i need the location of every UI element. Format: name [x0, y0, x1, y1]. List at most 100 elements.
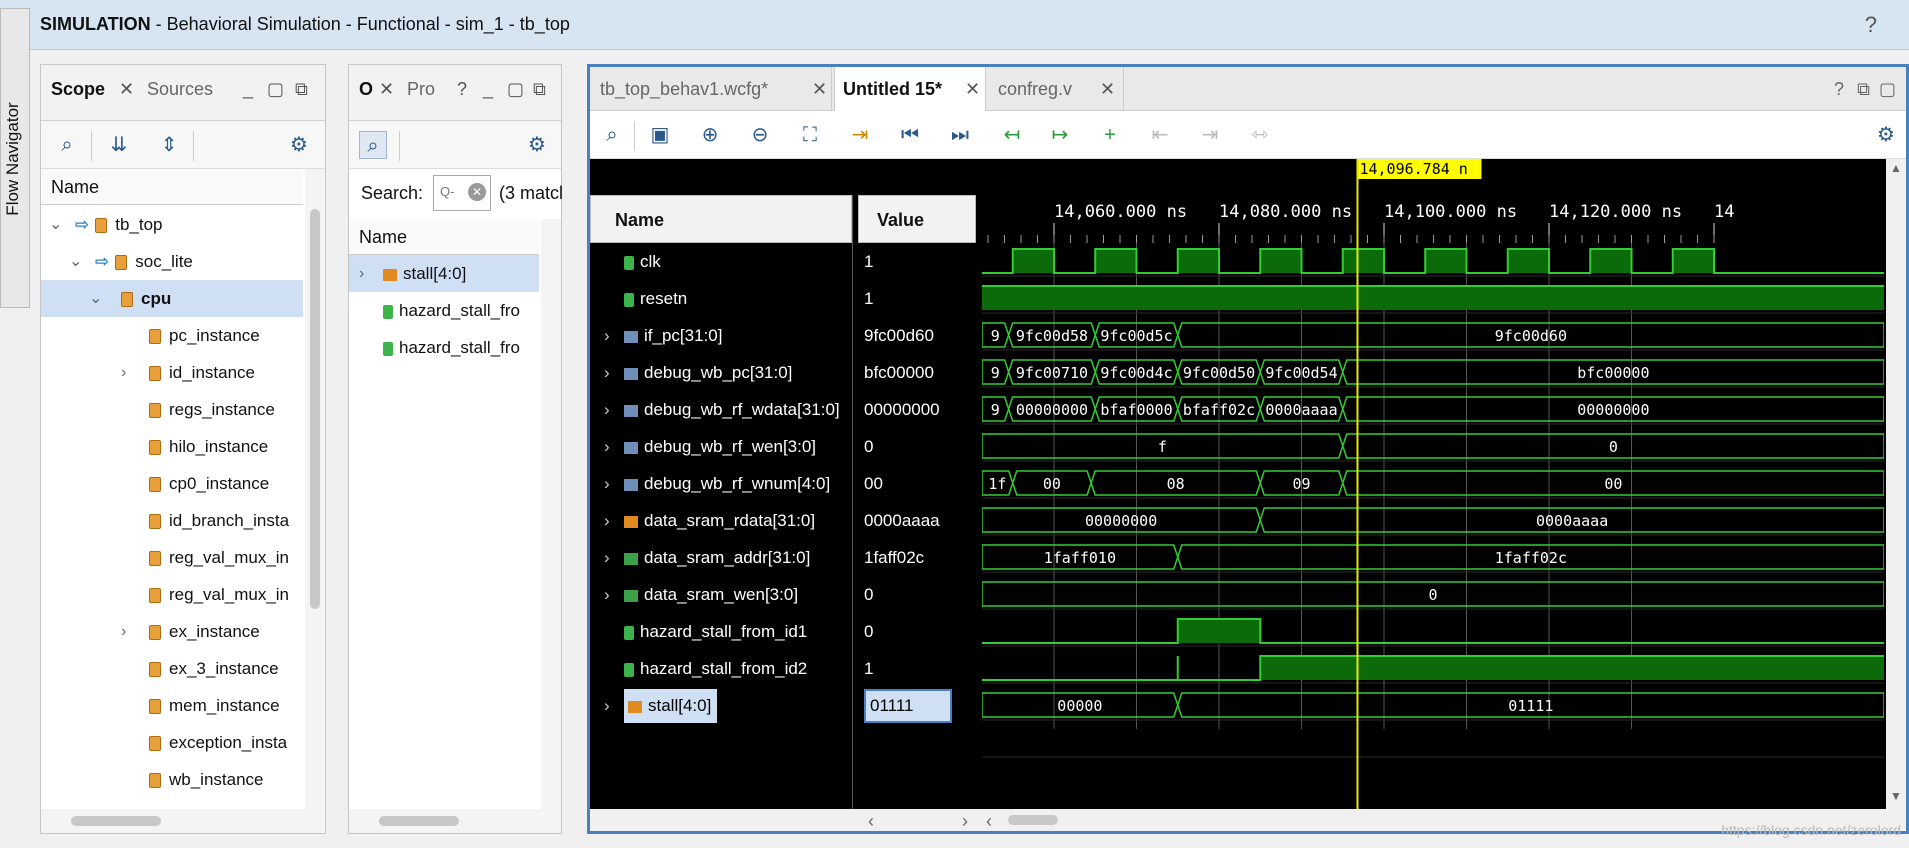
- expand-all-icon[interactable]: ⇕: [155, 131, 183, 159]
- objects-vscrollbar[interactable]: [541, 219, 561, 809]
- tab-scope[interactable]: Scope: [51, 79, 105, 100]
- expand-chevron-icon[interactable]: ›: [604, 317, 610, 354]
- tab-scope-close-icon[interactable]: ✕: [119, 79, 134, 100]
- signal-name-row[interactable]: › data_sram_addr[31:0]: [590, 539, 852, 576]
- go-to-start-icon[interactable]: ⏮: [896, 121, 924, 149]
- name-header[interactable]: Name: [590, 195, 852, 243]
- tree-item[interactable]: regs_instance: [149, 391, 275, 428]
- expand-chevron-icon[interactable]: ›: [604, 539, 610, 576]
- signal-name: debug_wb_pc[31:0]: [644, 363, 793, 382]
- expand-chevron-icon[interactable]: ›: [604, 502, 610, 539]
- scope-name-header[interactable]: Name: [41, 169, 303, 205]
- waveform-canvas[interactable]: 14,060.000 ns 14,080.000 ns 14,100.000 ns 1…: [982, 159, 1884, 809]
- next-transition-icon[interactable]: ↦: [1046, 121, 1074, 149]
- signal-name-row[interactable]: hazard_stall_from_id2: [590, 650, 852, 687]
- wave-hscrollbar[interactable]: ‹ › ‹: [590, 809, 1906, 831]
- signal-name-row[interactable]: resetn: [590, 280, 852, 317]
- help-icon[interactable]: ?: [1834, 79, 1844, 100]
- tab-sources[interactable]: Sources: [147, 79, 213, 100]
- list-item[interactable]: hazard_stall_fro: [383, 329, 520, 366]
- tree-item[interactable]: hilo_instance: [149, 428, 268, 465]
- scope-vscrollbar[interactable]: [305, 169, 325, 809]
- expand-chevron-icon[interactable]: ›: [604, 465, 610, 502]
- tab-close-icon[interactable]: ✕: [812, 79, 827, 100]
- tab-objects[interactable]: O: [359, 79, 373, 100]
- signal-name-row[interactable]: › debug_wb_rf_wnum[4:0]: [590, 465, 852, 502]
- search-icon[interactable]: ⌕: [359, 131, 387, 159]
- tab-confreg[interactable]: confreg.v ✕: [988, 67, 1124, 111]
- tree-item[interactable]: reg_val_mux_in: [149, 576, 289, 613]
- signal-bit-icon: [624, 292, 634, 307]
- tree-item[interactable]: id_branch_insta: [149, 502, 289, 539]
- tab-wcfg[interactable]: tb_top_behav1.wcfg* ✕: [590, 67, 832, 111]
- expand-chevron-icon[interactable]: ›: [604, 687, 610, 724]
- value-header[interactable]: Value: [858, 195, 976, 243]
- search-input[interactable]: Q- ✕: [433, 175, 491, 211]
- signal-name-row[interactable]: › if_pc[31:0]: [590, 317, 852, 354]
- maximize-icon[interactable]: ▢: [267, 79, 284, 100]
- list-item-stall[interactable]: › stall[4:0]: [349, 255, 539, 292]
- tab-close-icon[interactable]: ✕: [1100, 79, 1115, 100]
- flow-navigator-strip[interactable]: Flow Navigator: [0, 8, 30, 308]
- signal-name-row[interactable]: › stall[4:0]: [590, 687, 852, 724]
- signal-name-row[interactable]: › data_sram_wen[3:0]: [590, 576, 852, 613]
- next-marker-icon[interactable]: ⇥: [1196, 121, 1224, 149]
- tree-item[interactable]: exception_insta: [149, 724, 287, 761]
- tab-protocol[interactable]: Pro: [407, 79, 435, 100]
- collapse-all-icon[interactable]: ⇊: [105, 131, 133, 159]
- tree-item[interactable]: ex_3_instance: [149, 650, 279, 687]
- tree-item[interactable]: wb_instance: [149, 761, 264, 798]
- restore-icon[interactable]: ⧉: [1857, 79, 1870, 100]
- tree-item[interactable]: pc_instance: [149, 317, 260, 354]
- expand-chevron-icon[interactable]: ›: [604, 576, 610, 613]
- tab-objects-close-icon[interactable]: ✕: [379, 79, 394, 100]
- signal-name-row[interactable]: › data_sram_rdata[31:0]: [590, 502, 852, 539]
- zoom-fit-icon[interactable]: ⛶: [796, 121, 824, 149]
- go-to-end-icon[interactable]: ⏭: [946, 121, 974, 149]
- tab-close-icon[interactable]: ✕: [965, 79, 980, 100]
- save-icon[interactable]: ▣: [646, 121, 674, 149]
- gear-icon[interactable]: ⚙: [285, 131, 313, 159]
- signal-name-row[interactable]: › debug_wb_rf_wen[3:0]: [590, 428, 852, 465]
- minimize-icon[interactable]: _: [243, 79, 253, 100]
- swap-cursors-icon[interactable]: ⇿: [1246, 121, 1274, 149]
- tree-item[interactable]: cp0_instance: [149, 465, 269, 502]
- flow-navigator-label[interactable]: Flow Navigator: [3, 29, 23, 289]
- expand-chevron-icon[interactable]: ›: [604, 428, 610, 465]
- signal-name-row[interactable]: › debug_wb_rf_wdata[31:0]: [590, 391, 852, 428]
- expand-chevron-icon[interactable]: ›: [604, 354, 610, 391]
- float-icon[interactable]: ⧉: [533, 79, 546, 100]
- zoom-in-icon[interactable]: ⊕: [696, 121, 724, 149]
- clk-high-fill: [1507, 249, 1549, 273]
- zoom-out-icon[interactable]: ⊖: [746, 121, 774, 149]
- scope-hscrollbar[interactable]: [41, 809, 325, 833]
- maximize-icon[interactable]: ▢: [1879, 79, 1896, 100]
- tree-item-cpu[interactable]: ⌄ cpu: [41, 280, 303, 317]
- objects-name-header[interactable]: Name: [349, 219, 539, 255]
- minimize-icon[interactable]: _: [483, 79, 493, 100]
- wave-vscrollbar[interactable]: ▲ ▼: [1886, 159, 1906, 809]
- tree-item[interactable]: reg_val_mux_in: [149, 539, 289, 576]
- add-marker-icon[interactable]: +: [1096, 121, 1124, 149]
- help-icon[interactable]: ?: [1865, 12, 1877, 38]
- signal-name-row[interactable]: clk: [590, 243, 852, 280]
- tree-item[interactable]: mem_instance: [149, 687, 280, 724]
- signal-name-row[interactable]: hazard_stall_from_id1: [590, 613, 852, 650]
- gear-icon[interactable]: ⚙: [523, 131, 551, 159]
- gear-icon[interactable]: ⚙: [1872, 121, 1900, 149]
- search-icon[interactable]: ⌕: [598, 121, 626, 149]
- search-icon[interactable]: ⌕: [53, 131, 81, 159]
- clear-icon[interactable]: ✕: [468, 183, 486, 201]
- help-icon[interactable]: ?: [457, 79, 467, 100]
- prev-marker-icon[interactable]: ⇤: [1146, 121, 1174, 149]
- list-item[interactable]: hazard_stall_fro: [383, 292, 520, 329]
- go-to-cursor-icon[interactable]: ⇥: [846, 121, 874, 149]
- prev-transition-icon[interactable]: ↤: [998, 121, 1026, 149]
- maximize-icon[interactable]: ▢: [507, 79, 524, 100]
- signal-value[interactable]: 01111: [864, 689, 952, 723]
- expand-chevron-icon[interactable]: ›: [604, 391, 610, 428]
- signal-name-row[interactable]: › debug_wb_pc[31:0]: [590, 354, 852, 391]
- tab-untitled-15[interactable]: Untitled 15* ✕: [834, 67, 986, 113]
- float-icon[interactable]: ⧉: [295, 79, 308, 100]
- objects-hscrollbar[interactable]: [349, 809, 561, 833]
